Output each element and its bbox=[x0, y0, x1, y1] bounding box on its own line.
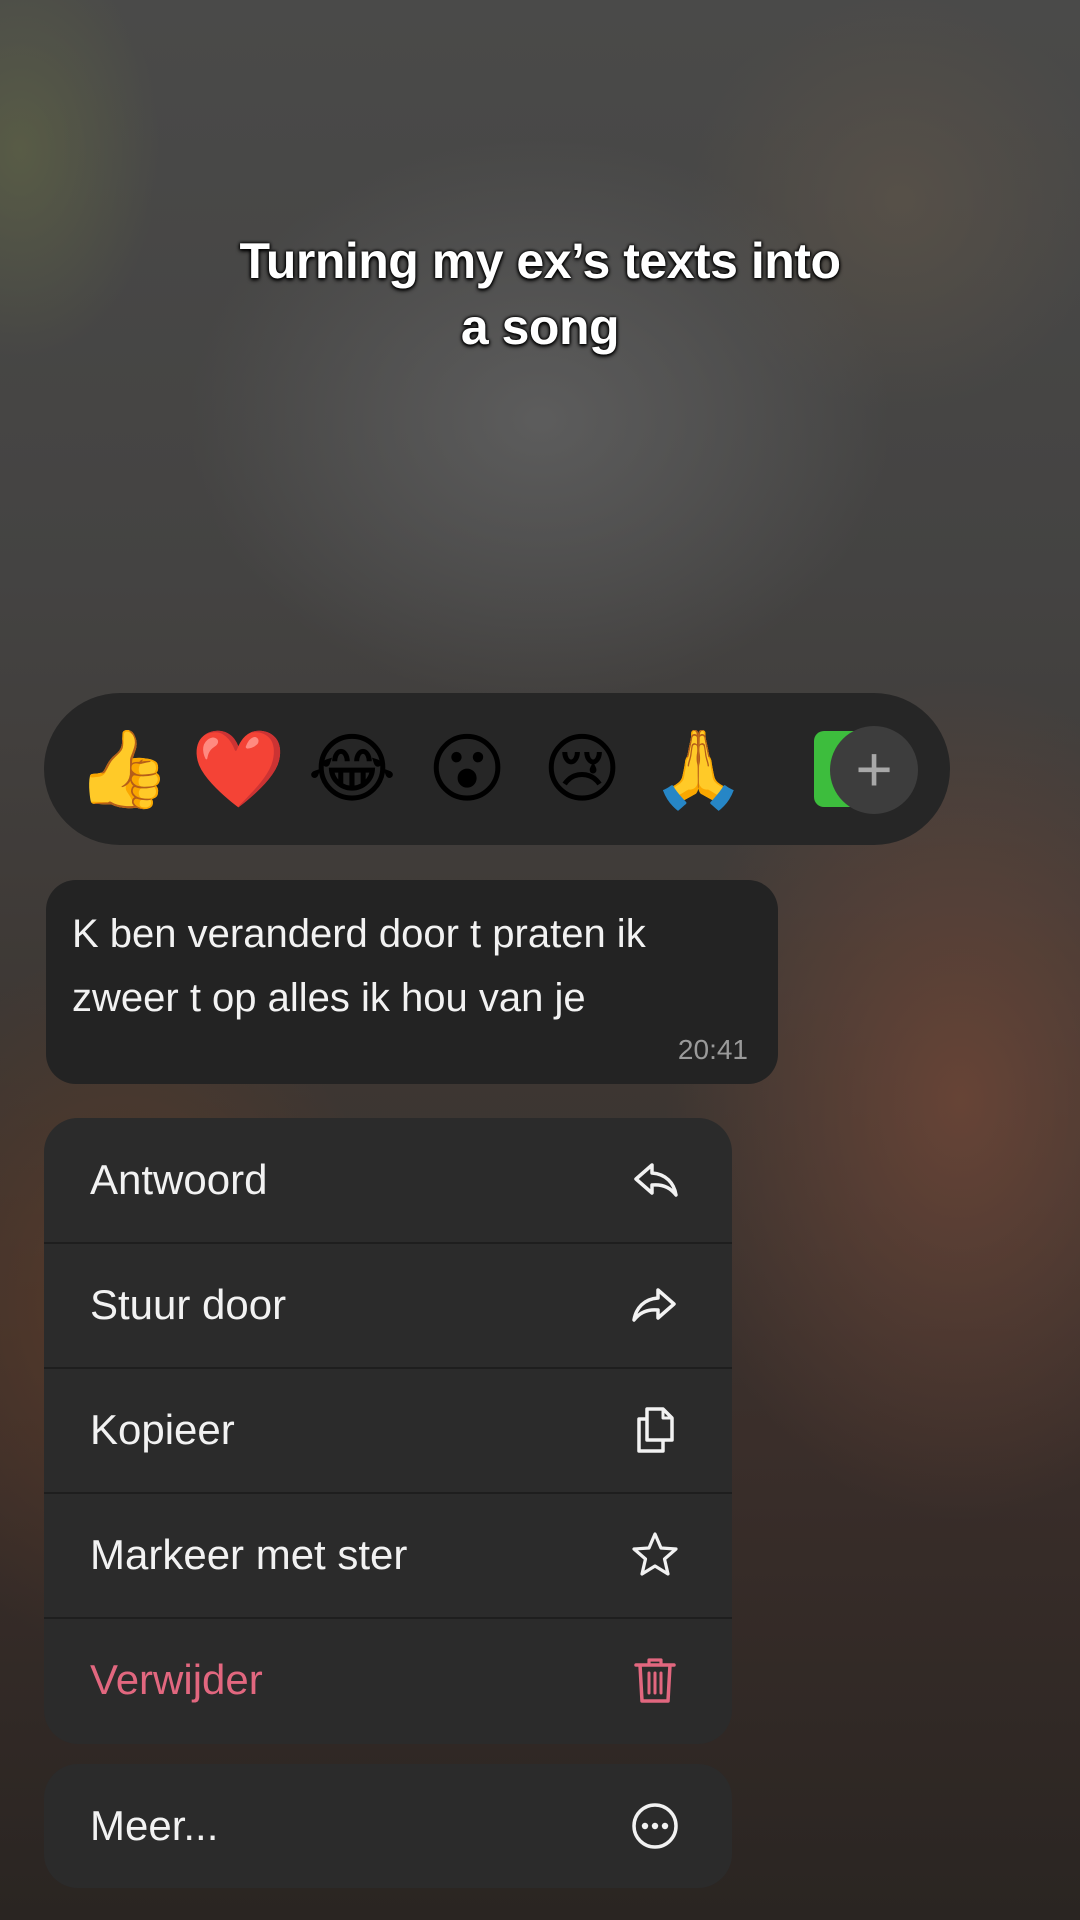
message-text: K ben veranderd door t praten ik zweer t… bbox=[72, 912, 646, 1020]
thumbs-up-icon[interactable]: 👍 bbox=[76, 723, 171, 815]
menu-item-reply[interactable]: Antwoord bbox=[44, 1118, 732, 1244]
plus-icon[interactable]: + bbox=[830, 726, 918, 814]
menu-item-label: Meer... bbox=[90, 1802, 219, 1849]
crying-face-icon[interactable]: 😢 bbox=[536, 723, 628, 815]
menu-item-label: Kopieer bbox=[90, 1406, 235, 1453]
menu-item-label: Markeer met ster bbox=[90, 1531, 408, 1578]
tears-of-joy-icon[interactable]: 😂 bbox=[306, 723, 398, 815]
reaction-bar: 👍 ❤️ 😂 😮 😢 🙏 ✓ bbox=[44, 693, 950, 845]
surprised-face-icon[interactable]: 😮 bbox=[421, 723, 513, 815]
menu-item-forward[interactable]: Stuur door bbox=[44, 1243, 732, 1369]
caption-line-2: a song bbox=[460, 299, 620, 355]
star-icon bbox=[632, 1532, 678, 1576]
ellipsis-circle-icon bbox=[632, 1803, 678, 1849]
forward-icon bbox=[632, 1288, 676, 1322]
menu-item-star[interactable]: Markeer met ster bbox=[44, 1493, 732, 1619]
menu-item-label: Antwoord bbox=[90, 1156, 268, 1203]
copy-icon bbox=[637, 1407, 674, 1453]
menu-item-label: Stuur door bbox=[90, 1281, 287, 1328]
trash-icon bbox=[634, 1658, 676, 1703]
context-menu: Antwoord Stuur door Kopieer Markeer met … bbox=[44, 1118, 732, 1744]
red-heart-icon[interactable]: ❤️ bbox=[191, 723, 286, 815]
caption-line-1: Turning my ex’s texts into bbox=[239, 233, 842, 289]
folded-hands-icon[interactable]: 🙏 bbox=[651, 723, 746, 815]
message-timestamp: 20:41 bbox=[677, 1034, 748, 1065]
menu-item-label: Verwijder bbox=[90, 1656, 263, 1703]
screen: Turning my ex’s texts into a song 👍 ❤️ 😂… bbox=[0, 0, 1080, 1920]
menu-item-more[interactable]: Meer... bbox=[44, 1764, 732, 1888]
reply-icon bbox=[634, 1163, 678, 1197]
menu-item-delete[interactable]: Verwijder bbox=[44, 1618, 732, 1742]
message-bubble[interactable]: K ben veranderd door t praten ik zweer t… bbox=[46, 880, 778, 1084]
video-caption: Turning my ex’s texts into a song bbox=[140, 228, 940, 360]
menu-item-copy[interactable]: Kopieer bbox=[44, 1368, 732, 1494]
